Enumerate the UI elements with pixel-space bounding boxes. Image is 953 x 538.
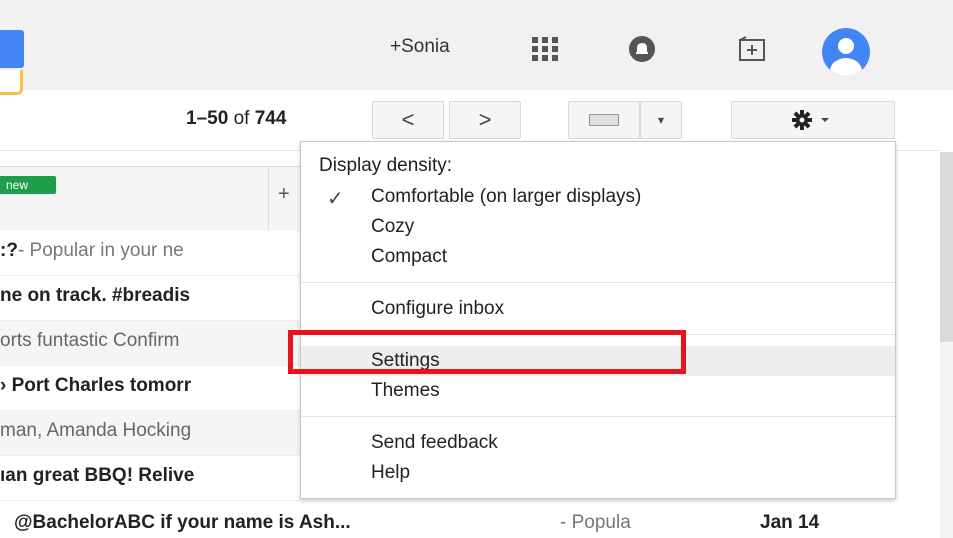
chevron-down-icon: ▾ [657,113,665,127]
menu-item-label: Help [371,462,411,483]
menu-item-label: Comfortable (on larger displays) [371,186,642,207]
menu-item-label: Cozy [371,216,415,237]
chevron-left-icon: < [401,107,415,132]
email-snippet: orts funtastic Confirm [0,330,180,351]
email-row[interactable]: ıan great BBQ! Relive [0,456,300,501]
email-row[interactable]: @BachelorABC if your name is Ash... - Po… [0,508,940,538]
email-snippet: - Popular in your ne [17,240,184,261]
email-subject: :? [0,240,18,261]
email-subject: ıan great BBQ! Relive [0,465,195,486]
email-row[interactable]: orts funtastic Confirm [0,321,300,366]
email-date: Jan 14 [760,512,820,533]
menu-item-label: Compact [371,246,448,267]
pager-range: 1–50 [186,108,229,129]
menu-item-themes[interactable]: Themes [301,376,895,406]
new-badge: new [0,176,56,194]
email-row[interactable]: › Port Charles tomorr [0,366,300,411]
display-density-header: Display density: [319,155,453,176]
menu-item-label: Themes [371,380,440,401]
email-subject: ne on track. #breadis [0,285,191,306]
pagination-info: 1–50 of 744 [186,108,286,130]
input-tools-dropdown-button[interactable]: ▾ [640,101,682,139]
keyboard-icon [589,114,619,126]
email-row[interactable]: :? - Popular in your ne [0,231,300,276]
email-snippet: - Popula [560,512,631,533]
tab-divider [268,166,269,230]
logo-edge [0,70,23,95]
menu-item-configure-inbox[interactable]: Configure inbox [301,294,895,324]
older-page-button[interactable]: > [449,101,521,139]
email-row[interactable]: ne on track. #breadis [0,276,300,321]
email-row[interactable]: man, Amanda Hocking [0,411,300,456]
gear-icon [792,110,829,130]
menu-item-compact[interactable]: Compact [301,242,895,272]
pager-of: of [233,108,250,129]
email-subject: @BachelorABC if your name is Ash... [14,512,351,533]
account-avatar[interactable] [822,28,870,76]
top-bar [0,0,953,90]
menu-item-help[interactable]: Help [301,458,895,488]
search-button-edge[interactable] [0,30,24,68]
apps-grid-icon[interactable] [532,37,558,61]
share-plus-icon[interactable] [738,36,768,62]
email-snippet: man, Amanda Hocking [0,420,192,441]
checkmark-icon: ✓ [327,188,344,210]
settings-highlight-box [288,330,686,374]
menu-divider [301,282,895,283]
menu-item-cozy[interactable]: Cozy [301,212,895,242]
input-tools-button[interactable] [568,101,640,139]
menu-item-send-feedback[interactable]: Send feedback [301,428,895,458]
notifications-bell-icon[interactable] [628,35,656,63]
email-subject: › Port Charles tomorr [0,375,192,396]
add-tab-button[interactable]: + [278,183,290,206]
pager-total: 744 [254,108,287,129]
settings-gear-button[interactable] [731,101,895,139]
menu-item-comfortable[interactable]: ✓ Comfortable (on larger displays) [301,182,895,212]
menu-divider [301,416,895,417]
chevron-right-icon: > [478,107,492,132]
menu-item-label: Configure inbox [371,298,505,319]
settings-dropdown-menu: Display density: ✓ Comfortable (on large… [300,141,896,499]
scrollbar-thumb[interactable] [940,152,953,342]
menu-item-label: Send feedback [371,432,498,453]
newer-page-button[interactable]: < [372,101,444,139]
user-profile-link[interactable]: +Sonia [390,36,450,58]
